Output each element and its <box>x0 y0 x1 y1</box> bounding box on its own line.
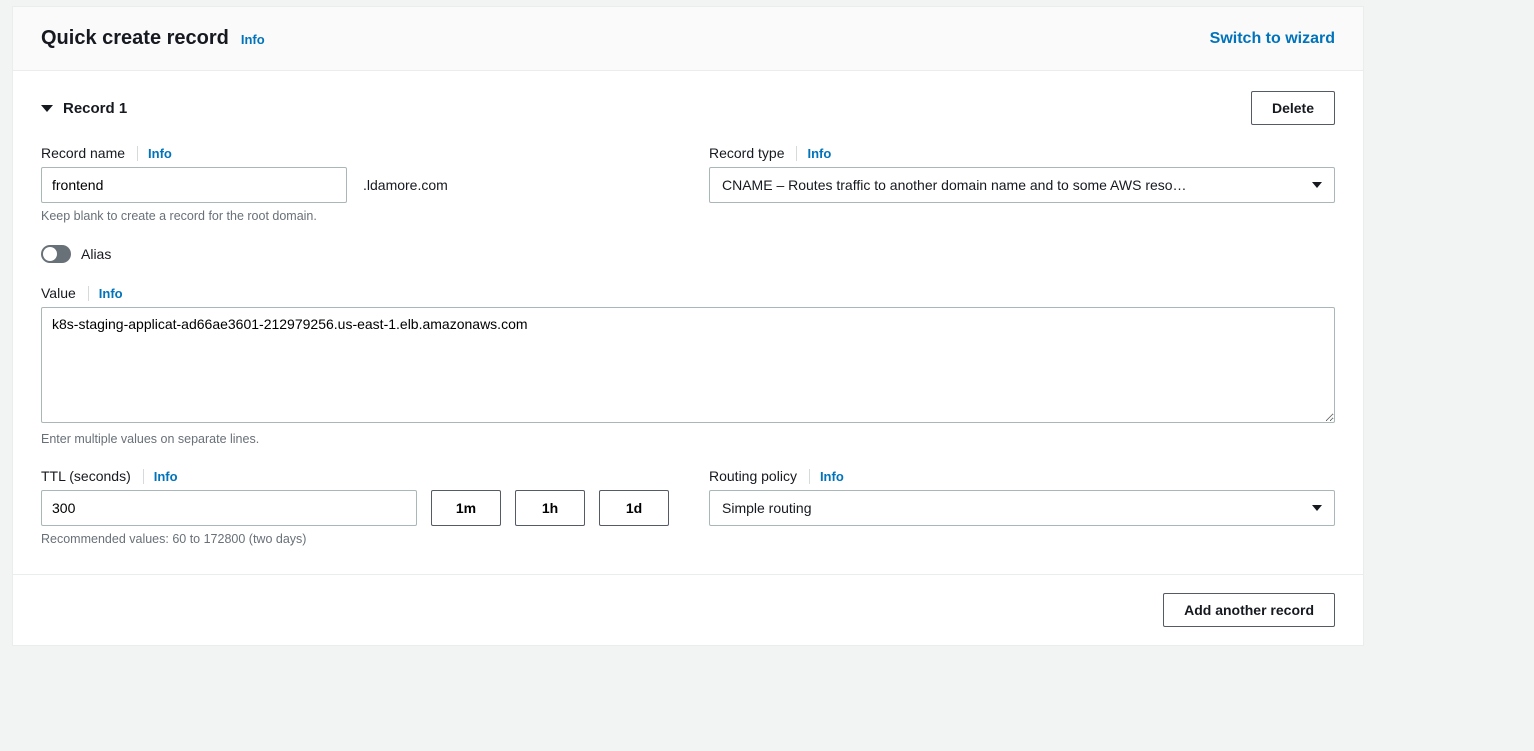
quick-create-record-panel: Quick create record Info Switch to wizar… <box>12 6 1364 646</box>
record-name-input[interactable] <box>41 167 347 203</box>
record-name-label-row: Record name Info <box>41 145 669 161</box>
value-hint: Enter multiple values on separate lines. <box>41 432 1335 446</box>
routing-selected: Simple routing <box>722 500 1298 516</box>
switch-to-wizard-link[interactable]: Switch to wizard <box>1210 30 1335 48</box>
value-textarea[interactable] <box>41 307 1335 423</box>
panel-title-group: Quick create record Info <box>41 27 265 50</box>
routing-label-row: Routing policy Info <box>709 468 1335 484</box>
alias-label: Alias <box>81 246 111 262</box>
routing-policy-field: Routing policy Info Simple routing <box>709 468 1335 546</box>
ttl-1m-button[interactable]: 1m <box>431 490 501 526</box>
value-info-link[interactable]: Info <box>88 286 123 301</box>
add-another-record-button[interactable]: Add another record <box>1163 593 1335 627</box>
routing-info-link[interactable]: Info <box>809 469 844 484</box>
record-type-info-link[interactable]: Info <box>796 146 831 161</box>
record-collapse-toggle[interactable]: Record 1 <box>41 100 127 117</box>
alias-toggle-row: Alias <box>41 245 1335 263</box>
caret-down-icon <box>1312 505 1322 511</box>
panel-body: Record 1 Delete Record name Info .ldamor… <box>13 71 1363 574</box>
ttl-input[interactable] <box>41 490 417 526</box>
ttl-1h-button[interactable]: 1h <box>515 490 585 526</box>
record-type-label-row: Record type Info <box>709 145 1335 161</box>
value-label: Value <box>41 285 76 301</box>
record-title: Record 1 <box>63 100 127 117</box>
record-header: Record 1 Delete <box>41 91 1335 125</box>
routing-policy-select[interactable]: Simple routing <box>709 490 1335 526</box>
form-grid: Record name Info .ldamore.com Keep blank… <box>41 145 1335 546</box>
caret-down-icon <box>41 105 53 112</box>
panel-footer: Add another record <box>13 574 1363 645</box>
ttl-field: TTL (seconds) Info 1m 1h 1d Recommended … <box>41 468 669 546</box>
header-info-link[interactable]: Info <box>241 32 265 47</box>
ttl-label-row: TTL (seconds) Info <box>41 468 669 484</box>
record-type-selected: CNAME – Routes traffic to another domain… <box>722 177 1298 193</box>
value-label-row: Value Info <box>41 285 1335 301</box>
value-field: Value Info Enter multiple values on sepa… <box>41 285 1335 446</box>
ttl-input-row: 1m 1h 1d <box>41 490 669 526</box>
page-title: Quick create record <box>41 27 229 50</box>
ttl-hint: Recommended values: 60 to 172800 (two da… <box>41 532 669 546</box>
record-name-input-row: .ldamore.com <box>41 167 669 203</box>
record-name-label: Record name <box>41 145 125 161</box>
alias-toggle[interactable] <box>41 245 71 263</box>
panel-header: Quick create record Info Switch to wizar… <box>13 7 1363 71</box>
record-name-info-link[interactable]: Info <box>137 146 172 161</box>
delete-button[interactable]: Delete <box>1251 91 1335 125</box>
ttl-1d-button[interactable]: 1d <box>599 490 669 526</box>
record-type-label: Record type <box>709 145 784 161</box>
ttl-label: TTL (seconds) <box>41 468 131 484</box>
record-type-field: Record type Info CNAME – Routes traffic … <box>709 145 1335 223</box>
record-name-field: Record name Info .ldamore.com Keep blank… <box>41 145 669 223</box>
caret-down-icon <box>1312 182 1322 188</box>
routing-label: Routing policy <box>709 468 797 484</box>
ttl-info-link[interactable]: Info <box>143 469 178 484</box>
record-name-hint: Keep blank to create a record for the ro… <box>41 209 669 223</box>
alias-field: Alias <box>41 245 1335 263</box>
record-type-select[interactable]: CNAME – Routes traffic to another domain… <box>709 167 1335 203</box>
domain-suffix: .ldamore.com <box>363 177 448 193</box>
